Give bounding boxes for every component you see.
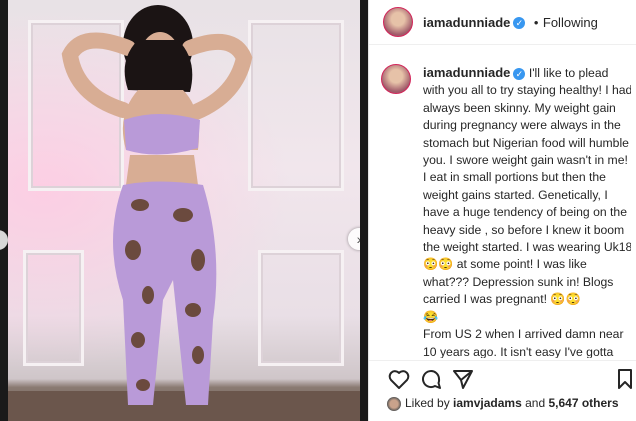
separator-dot: • (533, 15, 539, 30)
post-header: iamadunniade ✓ • Following (369, 0, 636, 45)
instagram-post: › iamadunniade✓ • Following iamadunniade… (0, 0, 636, 421)
caption: iamadunniade ✓ I'll like to plead with yo… (381, 58, 631, 358)
post-sidebar: iamadunniade ✓ • Following iamadunniade ✓ … (368, 0, 636, 421)
action-bar (369, 360, 636, 395)
post-media: › (0, 0, 368, 421)
likes-summary: Liked by iamvjadams and 5,647 others (387, 396, 619, 411)
author-username[interactable]: iamadunniade (423, 15, 510, 30)
author-avatar[interactable] (383, 7, 413, 37)
model-figure (61, 5, 253, 405)
likes-and: and (525, 396, 546, 410)
bookmark-icon[interactable] (613, 367, 636, 391)
share-icon[interactable] (451, 367, 475, 391)
heart-icon[interactable] (387, 367, 411, 391)
chevron-right-icon: › (357, 231, 360, 247)
caption-body: iamadunniade ✓ I'll like to plead with yo… (423, 64, 631, 358)
liker-avatar[interactable] (387, 396, 401, 411)
verified-badge-icon: ✓ (513, 16, 526, 29)
caption-text: I'll like to plead with you all to try s… (423, 66, 631, 358)
previous-image-button[interactable] (0, 230, 8, 250)
caption-username[interactable]: iamadunniade (423, 65, 510, 80)
comment-icon[interactable] (419, 367, 443, 391)
post-photo[interactable]: › (8, 0, 360, 421)
caption-avatar[interactable] (381, 64, 411, 94)
likes-count[interactable]: 5,647 others (548, 396, 618, 410)
following-button[interactable]: Following (543, 15, 598, 30)
likes-prefix: Liked by (405, 396, 450, 410)
liker-username[interactable]: iamvjadams (453, 396, 522, 410)
verified-badge-icon: ✓ (513, 67, 526, 80)
header-meta: iamadunniade ✓ • Following (423, 14, 598, 32)
